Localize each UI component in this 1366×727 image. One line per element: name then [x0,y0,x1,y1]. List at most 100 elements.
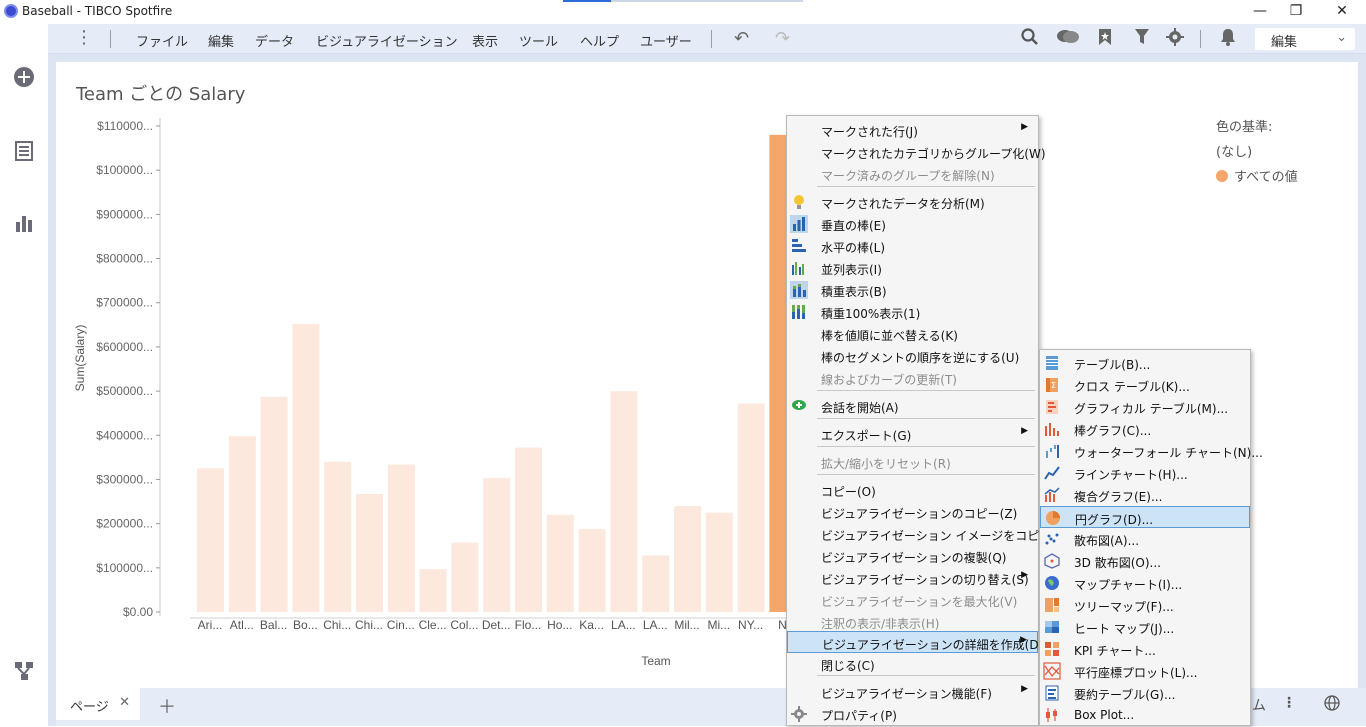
bar-chart-icon [1043,420,1061,438]
context-menu-item[interactable]: 閉じる(C) [787,653,1038,675]
context-menu-item[interactable]: コピー(O) [787,479,1038,501]
submenu-item[interactable]: KPI チャート... [1040,638,1250,660]
menu-file[interactable]: ファイル [136,31,188,50]
legend-swatch [1216,170,1228,182]
context-menu-item[interactable]: ビジュアライゼーションを最大化(V) [787,589,1038,611]
search-icon[interactable] [1021,28,1039,51]
legend[interactable]: 色の基準: (なし) すべての値 [1216,116,1298,191]
bookmark-icon[interactable] [1098,28,1112,51]
context-menu-item[interactable]: ビジュアライゼーションの複製(Q) [787,545,1038,567]
filter-icon[interactable] [1134,28,1150,51]
submenu-item[interactable]: 要約テーブル(G)... [1040,682,1250,704]
submenu-item[interactable]: ツリーマップ(F)... [1040,594,1250,616]
notifications-bell-icon[interactable] [1220,28,1236,51]
context-menu-item[interactable]: 水平の棒(L) [787,235,1038,257]
create-visualization-submenu: テーブル(B)... Σ クロス テーブル(K)... グラフィカル テーブル(M).… [1039,349,1263,726]
legend-item[interactable]: すべての値 [1216,166,1298,185]
context-menu-item[interactable]: ビジュアライゼーションのコピー(Z) [787,501,1038,523]
submenu-item-label: KPI チャート... [1074,644,1156,658]
submenu-item[interactable]: 円グラフ(D)... [1040,506,1250,528]
context-menu-item[interactable]: ビジュアライゼーション機能(F) ▶ [787,681,1038,703]
context-menu-item[interactable]: マーク済みのグループを解除(N) [787,163,1038,185]
close-page-icon[interactable]: ✕ [119,695,130,710]
x-tick-label: Mil... [674,618,699,632]
context-menu-item[interactable]: 並列表示(I) [787,257,1038,279]
context-menu-item[interactable]: マークされたデータを分析(M) [787,191,1038,213]
visualization-types-icon[interactable] [13,212,35,234]
submenu-item[interactable]: 3D 散布図(O)... [1040,550,1250,572]
page-tab[interactable]: ページ ✕ [56,688,140,720]
context-menu-item[interactable]: マークされたカテゴリからグループ化(W) [787,141,1046,163]
submenu-item[interactable]: テーブル(B)... [1040,352,1250,374]
submenu-item-label: テーブル(B)... [1074,358,1151,372]
menu-view[interactable]: 表示 [472,31,498,50]
submenu-item[interactable]: Σ クロス テーブル(K)... [1040,374,1250,396]
menu-data[interactable]: データ [255,31,294,50]
data-table-icon[interactable] [13,140,35,162]
undo-icon[interactable]: ↶ [734,28,749,49]
menu-user[interactable]: ユーザー [640,31,692,50]
submenu-item-label: 散布図(A)... [1074,534,1140,548]
submenu-item[interactable]: Box Plot... [1040,704,1250,726]
more-vertical-icon[interactable]: ⋮ [1282,695,1296,711]
bar [292,323,320,612]
submenu-item[interactable]: ウォーターフォール チャート(N)... [1040,440,1263,462]
context-menu-item[interactable]: ビジュアライゼーションの詳細を作成(D) ▶ [787,631,1043,653]
context-menu-item[interactable]: 拡大/縮小をリセット(R) [787,451,1038,473]
context-menu-item[interactable]: 棒を値順に並べ替える(K) [787,323,1038,345]
globe-icon[interactable] [1324,695,1340,715]
settings-gear-icon[interactable] [1166,28,1184,51]
redo-icon[interactable]: ↷ [775,28,790,49]
x-tick-label: Ari... [198,618,223,632]
menu-edit[interactable]: 編集 [208,31,234,50]
submenu-item[interactable]: 散布図(A)... [1040,528,1250,550]
context-menu-item[interactable]: 会話を開始(A) [787,395,1038,417]
menu-visualization[interactable]: ビジュアライゼーション [316,31,458,50]
restore-button[interactable]: ❐ [1276,2,1316,22]
bar [260,396,288,612]
y-tick-label: $900000... [96,207,153,221]
context-menu-item[interactable]: 注釈の表示/非表示(H) [787,611,1038,633]
data-canvas-icon[interactable] [13,660,35,682]
context-menu-item[interactable]: マークされた行(J) ▶ [787,119,1038,141]
context-menu-item-label: コピー(O) [821,485,876,499]
close-window-button[interactable]: ✕ [1322,2,1362,22]
mode-selector[interactable]: 編集 ⌄ [1255,28,1355,50]
context-menu-item[interactable]: 線およびカーブの更新(T) [787,367,1038,389]
pie-chart-icon [1044,509,1062,527]
legend-title: 色の基準: [1216,120,1273,135]
stacked-icon [790,281,808,299]
cross-table-icon: Σ [1043,376,1061,394]
submenu-item[interactable]: グラフィカル テーブル(M)... [1040,396,1250,418]
chart-plot-area[interactable]: $0.00 $100000... $200000... $300000... $4000… [56,62,856,688]
collaboration-icon[interactable] [1056,28,1080,51]
kpi-icon [1043,640,1061,658]
submenu-item[interactable]: ヒート マップ(J)... [1040,616,1250,638]
context-menu-item-label: 拡大/縮小をリセット(R) [821,457,951,471]
submenu-item[interactable]: マップチャート(I)... [1040,572,1250,594]
context-menu-item[interactable]: エクスポート(G) ▶ [787,423,1038,445]
more-vertical-icon[interactable]: ⋮ [75,27,93,48]
menu-tools[interactable]: ツール [519,31,558,50]
context-menu-item-label: ビジュアライゼーションの詳細を作成(D) [822,638,1044,652]
context-menu-item[interactable]: ビジュアライゼーションの切り替え(S) ▶ [787,567,1038,589]
y-axis-title: Sum(Salary) [73,325,87,392]
menu-help[interactable]: ヘルプ [580,31,619,50]
y-tick-label: $500000... [96,384,153,398]
submenu-item-label: 円グラフ(D)... [1075,513,1154,527]
submenu-item[interactable]: 複合グラフ(E)... [1040,484,1250,506]
separator [1200,30,1201,48]
submenu-item[interactable]: 平行座標プロット(L)... [1040,660,1250,682]
context-menu-item[interactable]: 棒のセグメントの順序を逆にする(U) [787,345,1038,367]
submenu-item[interactable]: ラインチャート(H)... [1040,462,1250,484]
context-menu-item[interactable]: 垂直の棒(E) [787,213,1038,235]
context-menu-item[interactable]: ビジュアライゼーション イメージをコピー(X) [787,523,1069,545]
submenu-item[interactable]: 棒グラフ(C)... [1040,418,1250,440]
context-menu-item[interactable]: プロパティ(P) [787,703,1038,725]
context-menu-item[interactable]: 積重100%表示(1) [787,301,1038,323]
x-tick-label: Bo... [293,618,318,632]
minimize-button[interactable]: — [1240,2,1280,22]
add-page-icon[interactable]: ＋ [158,693,176,719]
add-circle-icon[interactable] [13,66,35,88]
context-menu-item[interactable]: 積重表示(B) [787,279,1038,301]
